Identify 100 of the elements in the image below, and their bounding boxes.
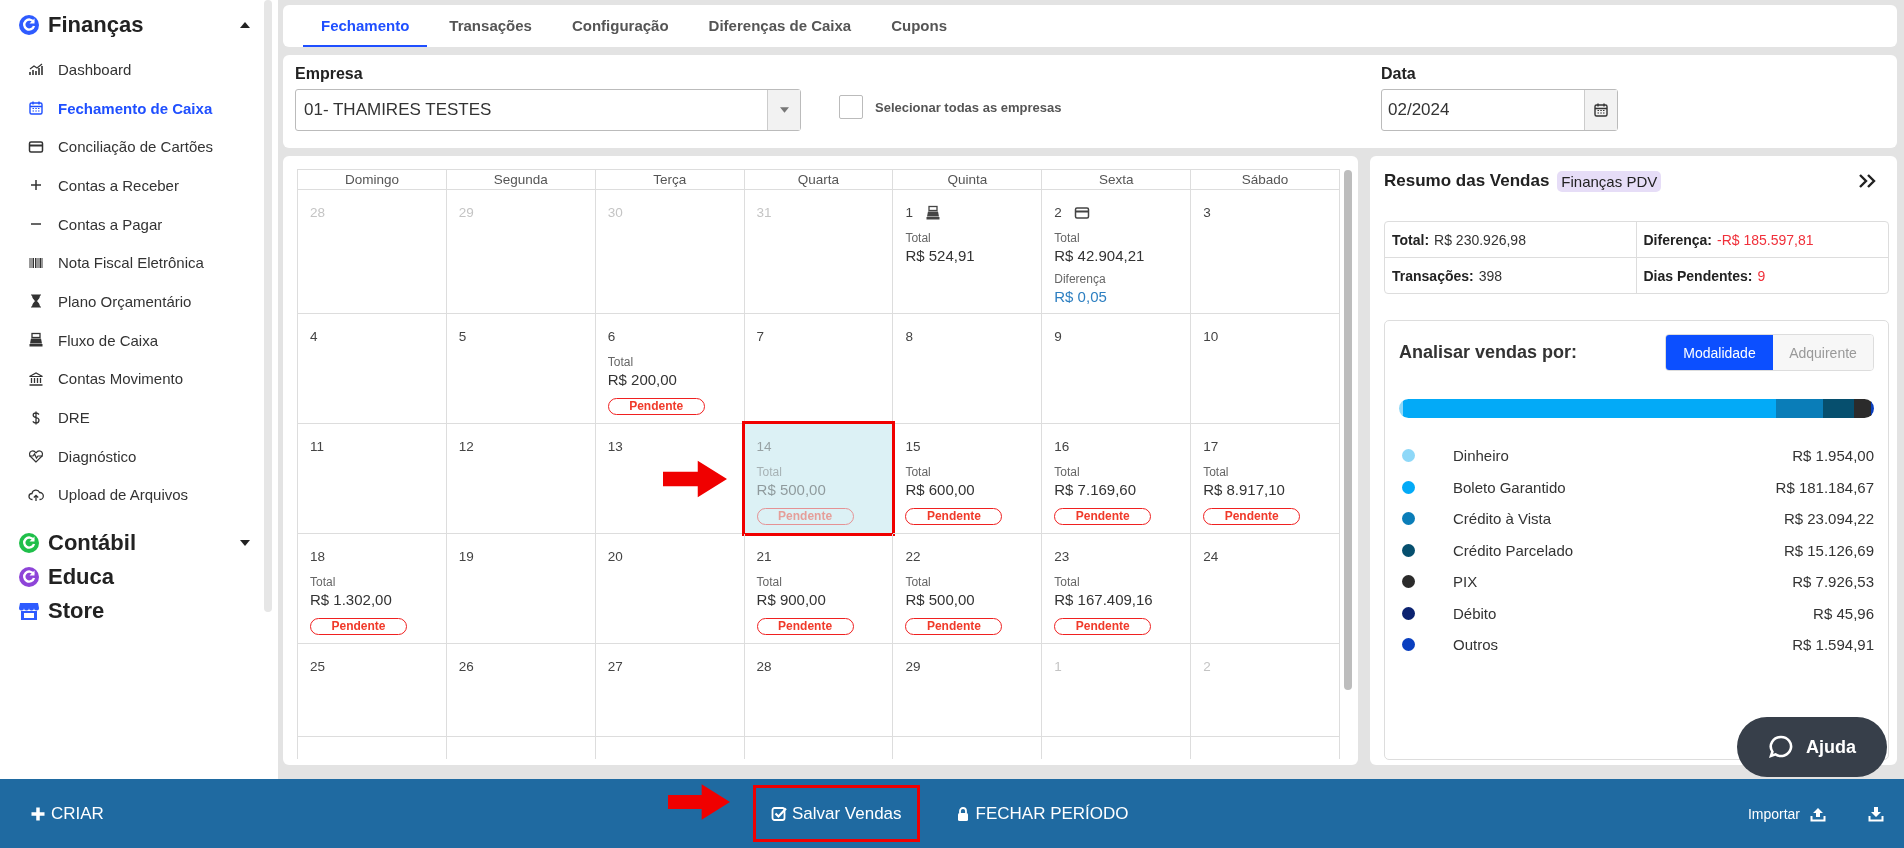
calendar-day-cell[interactable]: 25 [298, 644, 447, 737]
weekday-header: Domingo [344, 171, 399, 189]
total-label: Total [905, 231, 931, 245]
sidebar-item[interactable]: Nota Fiscal Eletrônica [18, 243, 278, 283]
stat-text: Transações: 398 [1392, 267, 1503, 284]
company-select[interactable]: 01- THAMIRES TESTES [295, 89, 801, 131]
day-number: 6 [607, 329, 616, 344]
sidebar-item[interactable]: Contas a Pagar [18, 204, 278, 244]
calendar-day-cell[interactable]: 9 [1042, 314, 1192, 424]
save-sales-button[interactable]: Salvar Vendas [752, 785, 920, 842]
card-icon [28, 138, 44, 155]
calendar-day-cell[interactable]: 27 [595, 644, 745, 737]
day-number: 13 [607, 439, 623, 454]
import-button[interactable]: Importar [1747, 805, 1826, 822]
calendar-day-cell[interactable]: 19 [446, 534, 596, 644]
caret-icon [779, 107, 789, 113]
total-amount: R$ 8.917,10 [1203, 481, 1285, 498]
day-number: 28 [756, 659, 772, 674]
sidebar-item[interactable]: Fechamento de Caixa [18, 88, 278, 128]
total-amount: R$ 1.302,00 [310, 591, 392, 608]
double-chevron-icon[interactable] [1857, 173, 1877, 189]
tab[interactable]: Configuração [553, 5, 687, 47]
scrollbar[interactable] [1344, 170, 1352, 690]
calendar-day-cell[interactable]: 6 Total R$ 200,00 Pendente [595, 314, 745, 424]
toggle-option[interactable]: Modalidade [1666, 335, 1773, 370]
calendar-day-cell[interactable]: 21 Total R$ 900,00 Pendente [744, 534, 894, 644]
calendar-day-cell[interactable]: 8 [893, 314, 1043, 424]
sidebar-item[interactable]: Diagnóstico [18, 436, 278, 476]
legend-value: R$ 45,96 [1813, 604, 1874, 622]
stat-text: Dias Pendentes: 9 [1643, 267, 1766, 284]
legend-value: R$ 15.126,69 [1783, 541, 1874, 559]
sidebar-item[interactable]: Plano Orçamentário [18, 282, 278, 321]
download-button[interactable] [1868, 805, 1884, 822]
day-number: 10 [1203, 329, 1219, 344]
calendar-day-cell[interactable]: 3 [1191, 190, 1340, 314]
tab[interactable]: Cupons [873, 5, 965, 47]
caret-icon [240, 540, 250, 547]
calendar-day-cell[interactable]: 24 [1191, 534, 1340, 644]
calendar-day-cell[interactable]: 17 Total R$ 8.917,10 Pendente [1191, 424, 1340, 534]
calendar-day-cell[interactable]: 11 [298, 424, 447, 534]
legend-label: Crédito à Vista [1453, 510, 1553, 528]
calendar-day-cell[interactable]: 16 Total R$ 7.169,60 Pendente [1042, 424, 1192, 534]
day-number: 22 [905, 549, 921, 564]
calendar-day-cell[interactable]: 26 [446, 644, 596, 737]
total-label: Total [1054, 575, 1080, 589]
legend-label: PIX [1453, 573, 1479, 591]
total-amount: R$ 42.904,21 [1054, 247, 1145, 264]
date-field[interactable]: 02/2024 [1381, 89, 1618, 131]
day-number: 29 [905, 659, 921, 674]
calendar-day-cell[interactable]: 1 Total R$ 524,91 [893, 190, 1043, 314]
total-amount: R$ 600,00 [905, 481, 975, 498]
weekday-header: Segunda [493, 171, 548, 189]
field-label: Data [1381, 65, 1417, 83]
create-button[interactable]: CRIAR [30, 803, 104, 824]
caret-icon [240, 22, 250, 28]
calendar-day-cell[interactable]: 4 [298, 314, 447, 424]
help-button[interactable]: Ajuda [1737, 717, 1887, 777]
calendar-day-cell[interactable]: 10 [1191, 314, 1340, 424]
sidebar-group[interactable]: Educa [18, 560, 250, 595]
total-amount: R$ 167.409,16 [1054, 591, 1153, 608]
calendar-day-cell[interactable]: 29 [893, 644, 1043, 737]
close-period-button[interactable]: FECHAR PERÍODO [954, 803, 1129, 824]
sidebar-item[interactable]: DRE [18, 398, 278, 437]
calendar-day-cell[interactable]: 2 Total R$ 42.904,21 Diferença R$ 0,05 [1042, 190, 1192, 314]
sidebar-item[interactable]: Fluxo de Caixa [18, 320, 278, 360]
sidebar-item[interactable]: Upload de Arquivos [18, 475, 278, 515]
legend-value: R$ 7.926,53 [1792, 573, 1874, 591]
calendar-day-cell[interactable]: 5 [446, 314, 596, 424]
calendar-day-cell[interactable]: 23 Total R$ 167.409,16 Pendente [1042, 534, 1192, 644]
weekday-header: Terça [653, 171, 687, 189]
tab[interactable]: Fechamento [303, 5, 428, 47]
scrollbar[interactable] [264, 0, 272, 612]
calendar-day-cell[interactable]: 15 Total R$ 600,00 Pendente [893, 424, 1043, 534]
day-number: 7 [756, 329, 765, 344]
sidebar-item[interactable]: Contas Movimento [18, 359, 278, 399]
difference-amount: R$ 0,05 [1054, 288, 1107, 305]
day-number: 3 [1203, 205, 1211, 220]
calendar-day-cell[interactable]: 20 [595, 534, 745, 644]
day-number: 25 [310, 659, 326, 674]
day-number: 21 [756, 549, 772, 564]
calendar-day-cell[interactable]: 18 Total R$ 1.302,00 Pendente [298, 534, 447, 644]
calendar-day-cell[interactable]: 22 Total R$ 500,00 Pendente [893, 534, 1043, 644]
calendar-day-cell[interactable]: 12 [446, 424, 596, 534]
day-number: 24 [1203, 549, 1219, 564]
tab[interactable]: Transações [431, 5, 550, 47]
stat-text: Total: R$ 230.926,98 [1392, 231, 1526, 248]
sidebar-group[interactable]: Contábil [18, 526, 250, 561]
total-amount: R$ 500,00 [905, 591, 975, 608]
legend-label: Débito [1453, 604, 1498, 622]
checkbox-label: Selecionar todas as empresas [875, 99, 1062, 115]
sidebar-group[interactable]: Store [18, 594, 250, 629]
day-number: 9 [1054, 329, 1062, 344]
sidebar-item[interactable]: Contas a Receber [18, 166, 278, 205]
sidebar-item[interactable]: Dashboard [18, 50, 278, 89]
sidebar-group[interactable]: Finanças [18, 8, 250, 42]
tab[interactable]: Diferenças de Caixa [690, 5, 870, 47]
sidebar-item[interactable]: Conciliação de Cartões [18, 127, 278, 167]
checkbox[interactable] [839, 95, 863, 119]
calendar-day-cell[interactable]: 28 [744, 644, 894, 737]
cloud-upload-icon [28, 486, 44, 503]
